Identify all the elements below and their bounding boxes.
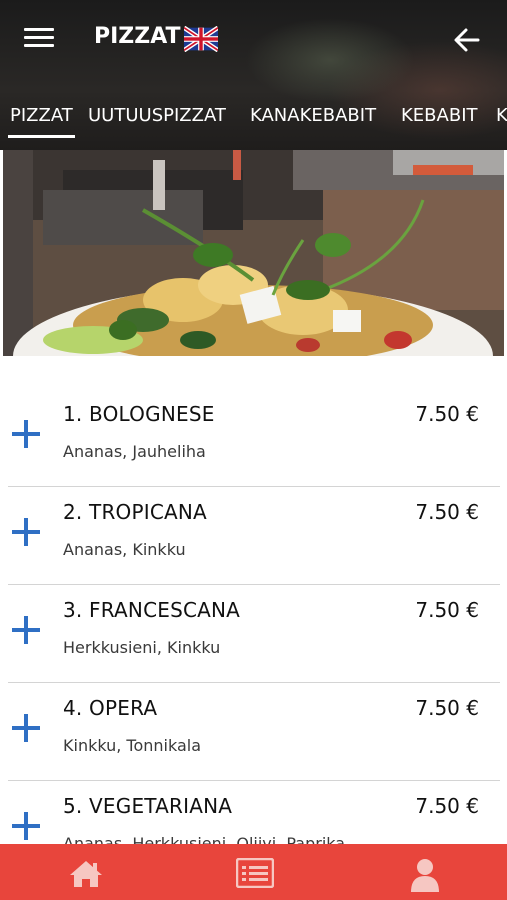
item-description: Ananas, Herkkusieni, Oliivi, Paprika [63, 834, 346, 844]
hamburger-menu-icon[interactable] [24, 28, 54, 52]
add-icon[interactable] [10, 614, 42, 646]
list-item[interactable]: 3. FRANCESCANA 7.50 € Herkkusieni, Kinkk… [0, 552, 507, 657]
page-title: PIZZAT [94, 24, 181, 49]
list-item[interactable]: 4. OPERA 7.50 € Kinkku, Tonnikala [0, 650, 507, 755]
top-bar: PIZZAT [0, 0, 507, 80]
add-icon[interactable] [10, 810, 42, 842]
list-item[interactable]: 1. BOLOGNESE 7.50 € Ananas, Jauheliha [0, 356, 507, 461]
item-name: 5. VEGETARIANA [63, 794, 233, 818]
uk-flag-icon[interactable] [182, 25, 220, 53]
tab-next[interactable]: K [496, 96, 507, 138]
add-icon[interactable] [10, 418, 42, 450]
pizza-list: 1. BOLOGNESE 7.50 € Ananas, Jauheliha 2.… [0, 356, 507, 844]
item-name: 2. TROPICANA [63, 500, 207, 524]
item-price: 7.50 € [415, 500, 479, 524]
item-price: 7.50 € [415, 402, 479, 426]
user-icon[interactable] [396, 844, 456, 900]
list-item[interactable]: 5. VEGETARIANA 7.50 € Ananas, Herkkusien… [0, 748, 507, 844]
menu-list-icon[interactable] [224, 844, 284, 900]
item-price: 7.50 € [415, 794, 479, 818]
item-price: 7.50 € [415, 598, 479, 622]
item-name: 1. BOLOGNESE [63, 402, 215, 426]
bottom-navigation [0, 844, 507, 900]
arrow-left-icon[interactable] [453, 26, 481, 54]
add-icon[interactable] [10, 712, 42, 744]
item-name: 4. OPERA [63, 696, 158, 720]
tab-uutuuspizzat[interactable]: UUTUUSPIZZAT [88, 96, 226, 138]
list-item[interactable]: 2. TROPICANA 7.50 € Ananas, Kinkku [0, 454, 507, 559]
home-icon[interactable] [56, 844, 116, 900]
header: PIZZAT PIZZAT UUTUUSPIZZAT KANAKEBABIT K… [0, 0, 507, 150]
add-icon[interactable] [10, 516, 42, 548]
tab-kanakebabit[interactable]: KANAKEBABIT [250, 96, 376, 138]
hero-food-image [3, 150, 504, 356]
tab-kebabit[interactable]: KEBABIT [401, 96, 478, 138]
category-tabs: PIZZAT UUTUUSPIZZAT KANAKEBABIT KEBABIT … [0, 96, 507, 138]
item-name: 3. FRANCESCANA [63, 598, 241, 622]
tab-pizzat[interactable]: PIZZAT [8, 96, 75, 138]
item-price: 7.50 € [415, 696, 479, 720]
